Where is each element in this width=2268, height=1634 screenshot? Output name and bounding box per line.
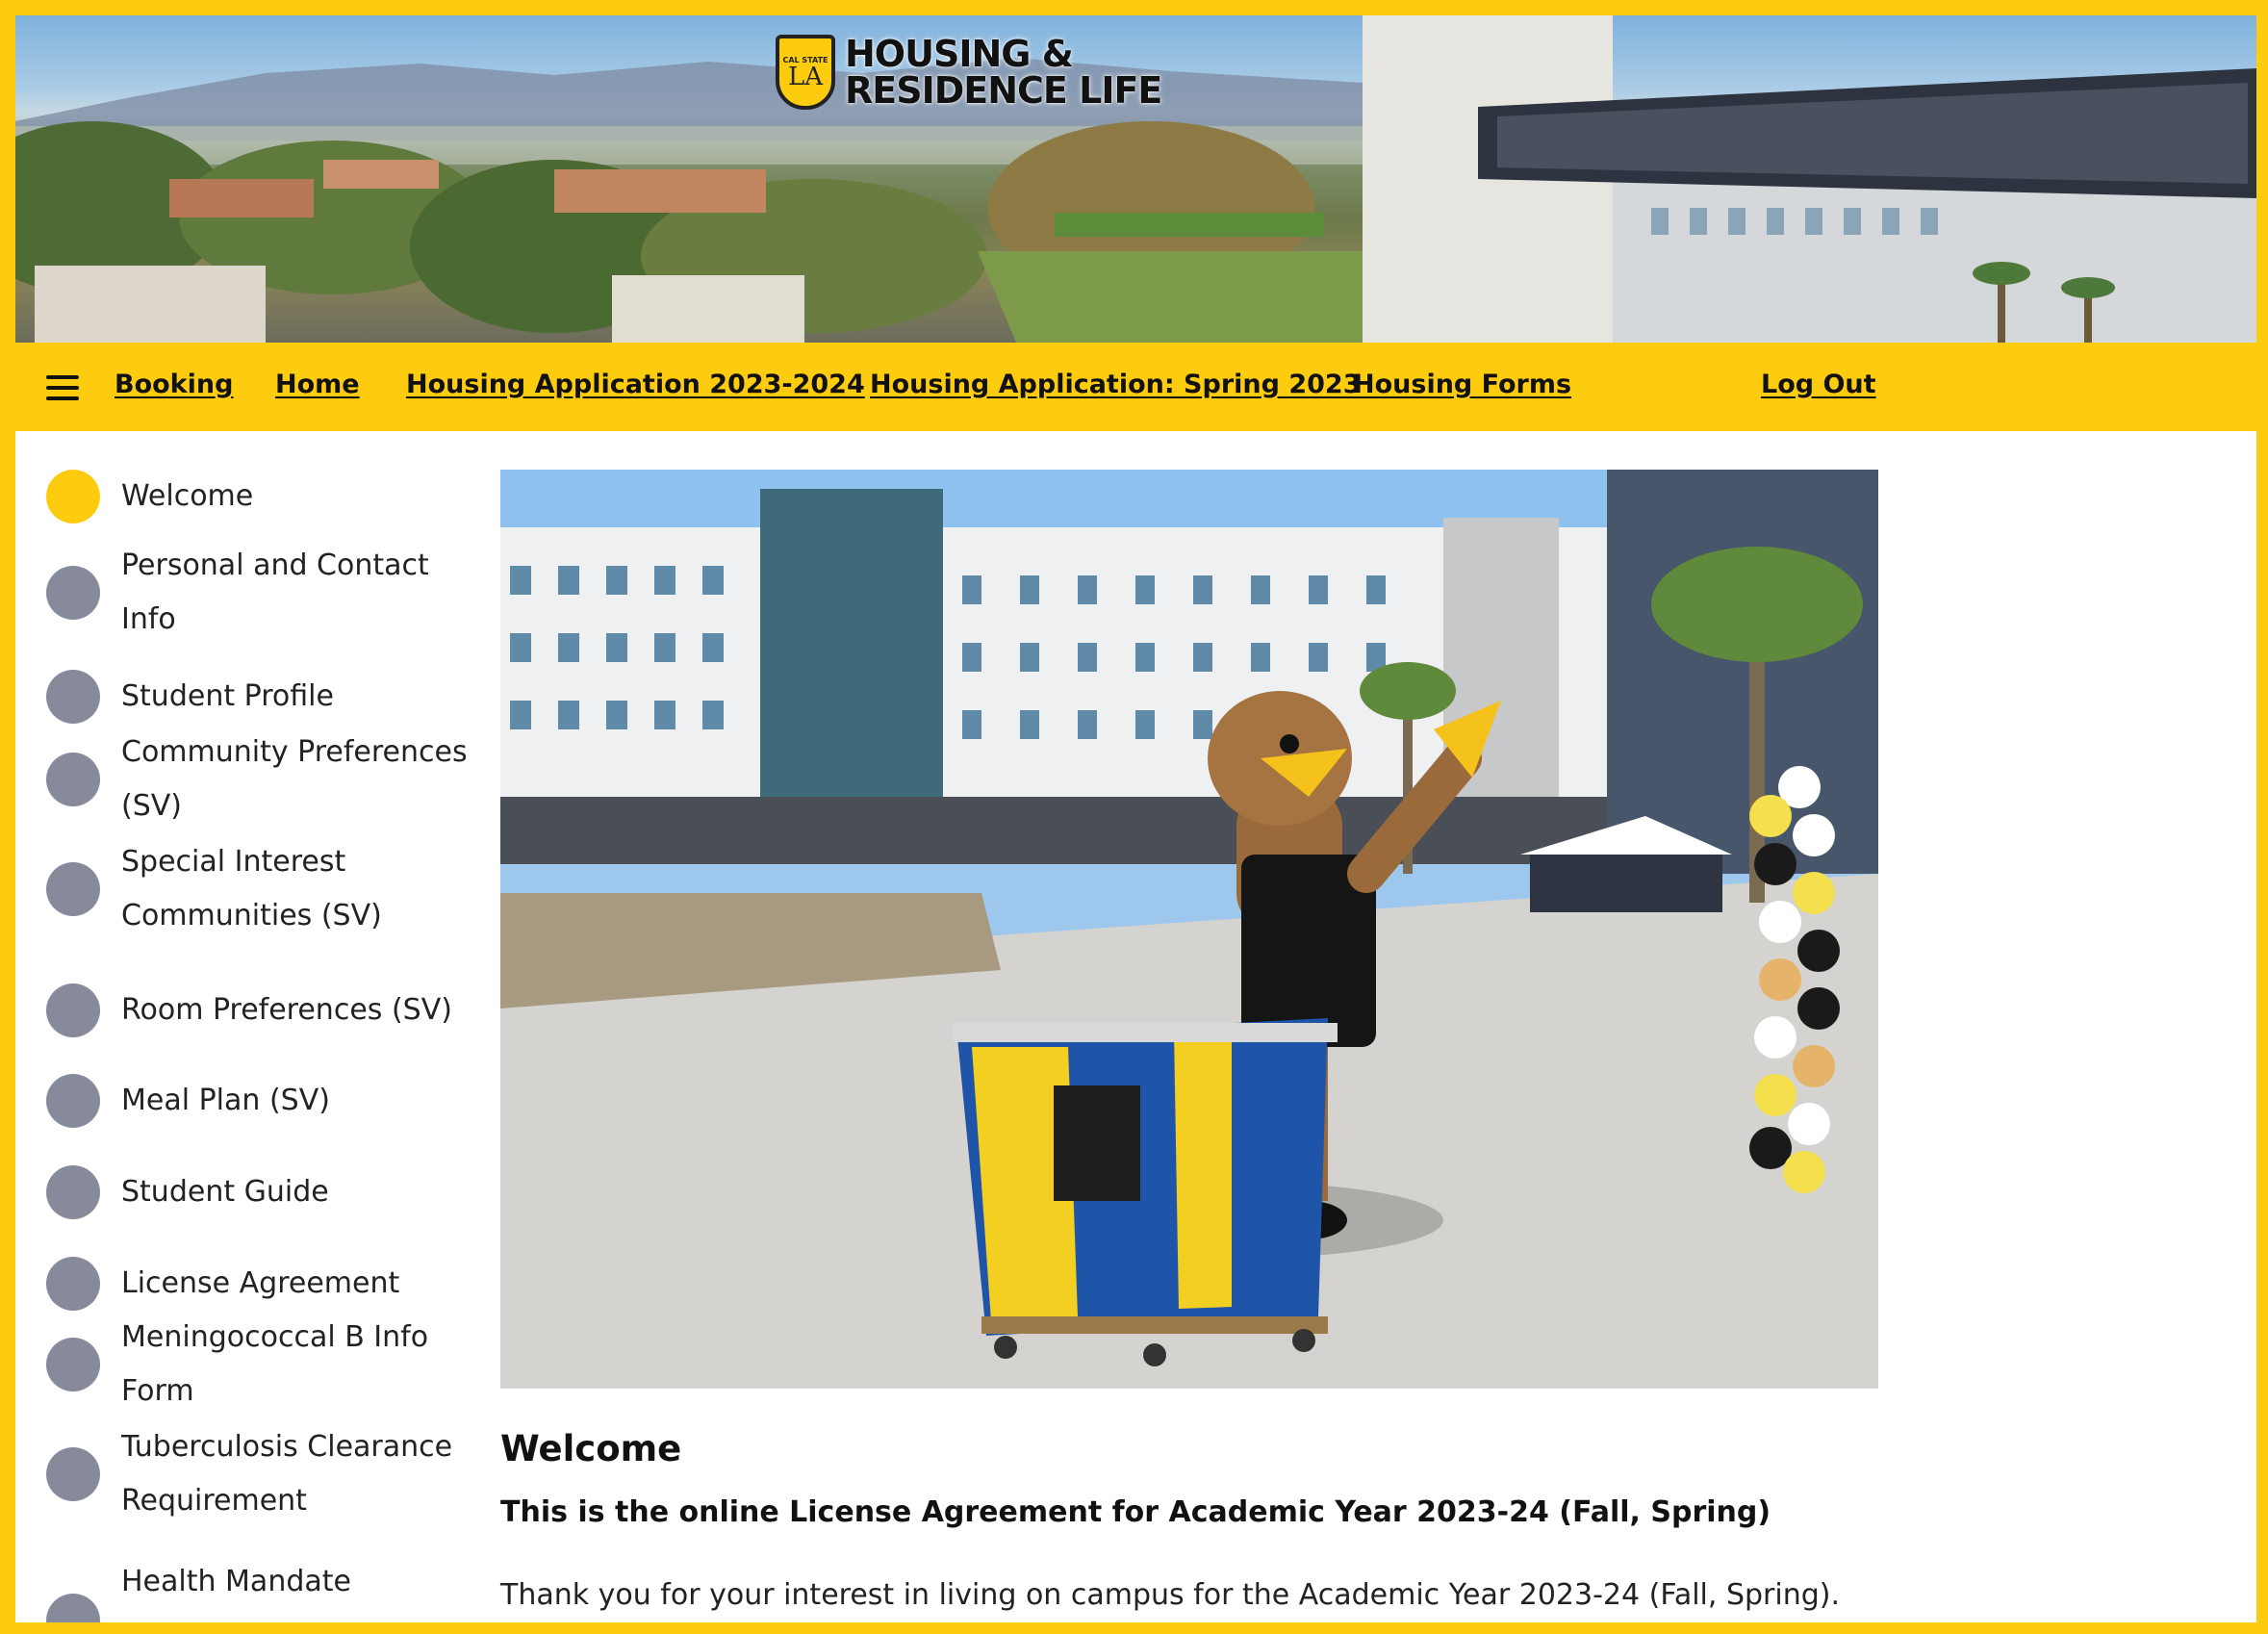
top-nav-bar: Booking Home Housing Application 2023-20… (15, 343, 2256, 431)
welcome-hero-image (500, 470, 1878, 1389)
step-status-dot (46, 1165, 100, 1219)
step-label: Community Preferences (SV) (121, 735, 468, 823)
logo-mark: LA (787, 62, 824, 91)
step-meningococcal-b-info-form[interactable]: Meningococcal B Info Form (46, 1311, 487, 1418)
page-heading: Welcome (500, 1428, 682, 1469)
step-room-preferences[interactable]: Room Preferences (SV) (46, 983, 487, 1037)
page-frame: CAL STATE LA HOUSING & RESIDENCE LIFE Bo… (15, 15, 2256, 1622)
step-label: Special Interest Communities (SV) (121, 845, 382, 932)
step-tuberculosis-clearance[interactable]: Tuberculosis Clearance Requirement (46, 1420, 487, 1528)
step-label: License Agreement (121, 1266, 400, 1300)
step-personal-contact-info[interactable]: Personal and Contact Info (46, 539, 487, 647)
step-status-dot (46, 1257, 100, 1311)
nav-home-link[interactable]: Home (275, 370, 360, 399)
step-label: Meningococcal B Info Form (121, 1320, 429, 1408)
nav-housing-application-2023-2024-link[interactable]: Housing Application 2023-2024 (406, 370, 865, 399)
step-status-dot (46, 1594, 100, 1622)
step-welcome[interactable]: Welcome (46, 470, 487, 523)
mascot-move-in-photo (500, 470, 1878, 1389)
step-status-dot (46, 1338, 100, 1391)
step-status-dot (46, 862, 100, 916)
step-label: Student Profile (121, 679, 334, 713)
logo-title-line1: HOUSING & (845, 33, 1074, 75)
step-label: Tuberculosis Clearance Requirement (121, 1430, 453, 1518)
application-steps-sidebar: Welcome Personal and Contact Info Studen… (15, 431, 497, 1622)
step-label: Room Preferences (SV) (121, 993, 452, 1027)
step-status-dot (46, 753, 100, 806)
step-student-profile[interactable]: Student Profile (46, 670, 487, 724)
hamburger-menu-icon[interactable] (46, 375, 79, 400)
housing-logo[interactable]: CAL STATE LA HOUSING & RESIDENCE LIFE (776, 33, 1162, 112)
step-license-agreement[interactable]: License Agreement (46, 1257, 487, 1311)
step-status-dot (46, 566, 100, 620)
welcome-body-text: Thank you for your interest in living on… (500, 1578, 1841, 1612)
step-health-mandate[interactable]: Health Mandate (46, 1555, 487, 1622)
step-meal-plan[interactable]: Meal Plan (SV) (46, 1074, 487, 1128)
license-subheading: This is the online License Agreement for… (500, 1495, 1771, 1529)
nav-housing-application-spring-2023-link[interactable]: Housing Application: Spring 2023 (870, 370, 1362, 399)
header-banner: CAL STATE LA HOUSING & RESIDENCE LIFE (15, 15, 2256, 343)
cal-state-la-shield-icon: CAL STATE LA (776, 35, 835, 110)
step-community-preferences[interactable]: Community Preferences (SV) (46, 726, 487, 833)
step-status-dot (46, 983, 100, 1037)
step-label: Meal Plan (SV) (121, 1084, 330, 1117)
step-special-interest-communities[interactable]: Special Interest Communities (SV) (46, 835, 487, 943)
step-label: Personal and Contact Info (121, 549, 429, 636)
step-label: Health Mandate (121, 1565, 351, 1598)
nav-booking-link[interactable]: Booking (115, 370, 233, 399)
nav-housing-forms-link[interactable]: Housing Forms (1353, 370, 1571, 399)
step-label: Student Guide (121, 1175, 329, 1209)
step-label: Welcome (121, 479, 254, 513)
logo-title-line2: RESIDENCE LIFE (845, 69, 1162, 112)
step-status-dot (46, 1447, 100, 1501)
step-status-dot (46, 670, 100, 724)
step-status-dot-active (46, 470, 100, 523)
step-status-dot (46, 1074, 100, 1128)
nav-logout-link[interactable]: Log Out (1761, 370, 1876, 399)
logo-wordmark: HOUSING & RESIDENCE LIFE (845, 33, 1162, 112)
step-student-guide[interactable]: Student Guide (46, 1165, 487, 1219)
